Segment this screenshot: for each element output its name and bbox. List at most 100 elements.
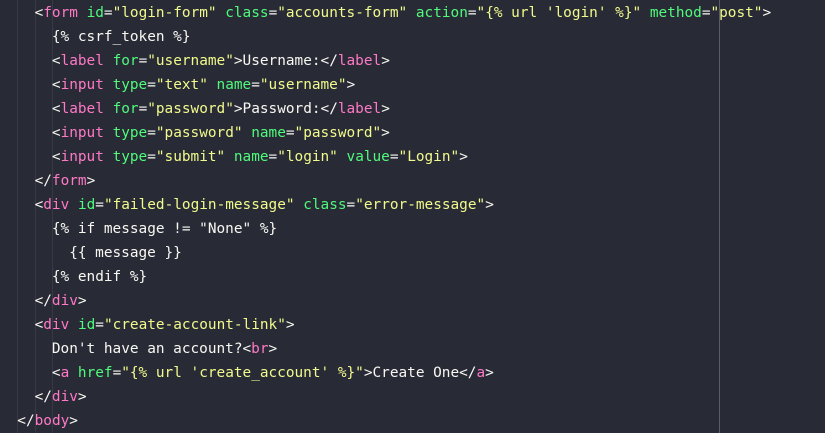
punctuation [295,197,304,213]
punctuation: </ [34,389,52,405]
punctuation: = [467,5,477,21]
punctuation: < [34,197,44,213]
attribute-value: "{% url 'login' %}" [476,5,642,21]
code-editor[interactable]: <form id="login-form" class="accounts-fo… [0,0,825,433]
code-line[interactable]: </div> [35,385,87,409]
attribute-name: type [112,149,148,165]
code-line[interactable]: {% endif %} [52,265,147,289]
text-content: Create One [372,365,460,381]
punctuation: = [251,77,260,93]
code-line[interactable]: <input type="submit" name="login" value=… [52,145,468,169]
punctuation: > [69,413,78,429]
tag-name: label [337,53,382,69]
punctuation: </ [34,293,52,309]
punctuation [69,365,78,381]
punctuation: = [268,5,278,21]
punctuation: < [51,125,61,141]
attribute-value: "text" [155,77,208,93]
tag-name: form [51,173,87,189]
tag-name: form [43,5,78,21]
code-line[interactable]: <label for="password">Password:</label> [52,97,390,121]
attribute-value: "login" [277,149,338,165]
punctuation: > [485,365,494,381]
punctuation: < [51,365,61,381]
attribute-value: "password" [294,125,382,141]
punctuation: = [147,125,156,141]
punctuation: > [77,293,87,309]
attribute-name: value [346,149,390,165]
attribute-value: "submit" [155,149,226,165]
code-line[interactable]: {% if message != "None" %} [52,217,277,241]
attribute-name: id [77,197,96,213]
punctuation: </ [17,413,35,429]
attribute-value: "username" [259,77,347,93]
punctuation: </ [320,101,338,117]
punctuation [104,53,113,69]
attribute-name: class [303,197,347,213]
punctuation [407,5,416,21]
code-line[interactable]: <input type="password" name="password"> [52,121,390,145]
punctuation: > [346,77,356,93]
attribute-value: "create-account-link" [103,317,286,333]
code-line[interactable]: <label for="username">Username:</label> [52,49,390,73]
punctuation: > [268,341,278,357]
attribute-name: type [112,125,148,141]
punctuation: </ [320,53,338,69]
tag-name: a [60,365,70,381]
code-line[interactable]: </div> [35,289,87,313]
text-content: {{ message }} [69,245,182,261]
attribute-value: "password" [147,101,234,117]
text-content: Password: [242,101,321,117]
punctuation [217,5,226,21]
punctuation: > [459,149,468,165]
attribute-name: name [216,77,252,93]
punctuation [78,5,87,21]
code-line[interactable]: Don't have an account?<br> [52,337,277,361]
code-line[interactable]: <div id="failed-login-message" class="er… [35,193,494,217]
punctuation: = [285,125,295,141]
punctuation: > [381,101,390,117]
attribute-value: "Login" [398,149,460,165]
text-content: {% endif %} [51,269,148,285]
code-line[interactable]: {{ message }} [69,241,182,265]
punctuation: > [381,53,390,69]
punctuation: > [381,125,390,141]
code-line[interactable]: <input type="text" name="username"> [52,73,355,97]
punctuation: > [233,53,243,69]
code-line[interactable]: </body> [17,409,78,433]
tag-name: label [60,101,104,117]
code-line[interactable]: <form id="login-form" class="accounts-fo… [35,1,772,25]
tag-name: div [51,293,78,309]
punctuation: = [138,53,148,69]
tag-name: div [51,389,78,405]
code-line[interactable]: <div id="create-account-link"> [35,313,295,337]
punctuation [104,77,113,93]
punctuation [225,149,234,165]
code-line[interactable]: <a href="{% url 'create_account' %}">Cre… [52,361,494,385]
attribute-name: name [251,125,286,141]
attribute-name: for [112,101,139,117]
code-line[interactable]: {% csrf_token %} [52,25,191,49]
attribute-value: "{% url 'create_account' %}" [121,365,364,381]
column-ruler [719,0,720,433]
punctuation: > [86,173,96,189]
punctuation: = [95,317,104,333]
punctuation [338,149,347,165]
punctuation: = [346,197,356,213]
punctuation [208,77,217,93]
attribute-name: for [112,53,139,69]
attribute-value: "username" [147,53,234,69]
punctuation: </ [34,173,52,189]
attribute-value: "post" [710,5,763,21]
punctuation [243,125,252,141]
attribute-value: "error-message" [355,197,486,213]
punctuation: > [77,389,87,405]
punctuation [69,197,78,213]
punctuation: = [147,77,156,93]
tag-name: body [34,413,70,429]
code-line[interactable]: </form> [35,169,96,193]
punctuation: = [138,101,148,117]
tag-name: label [337,101,382,117]
text-content: Username: [242,53,321,69]
tag-name: div [43,197,70,213]
